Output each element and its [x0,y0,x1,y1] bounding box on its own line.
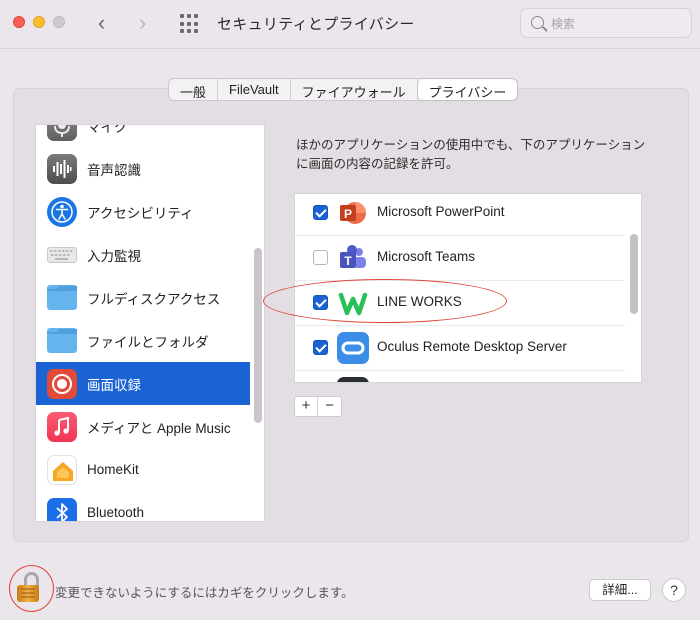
tab-bar: 一般 FileVault ファイアウォール プライバシー [168,78,519,101]
folder-icon [47,285,77,310]
sidebar-item-label: フルディスクアクセス [87,291,221,307]
tab-general[interactable]: 一般 [169,79,219,100]
sidebar-item-full-disk-access[interactable]: フルディスクアクセス [36,276,250,319]
sidebar-item-homekit[interactable]: HomeKit [36,448,250,491]
app-name: Microsoft PowerPoint [377,204,505,219]
forward-button[interactable]: › [139,10,159,36]
bluetooth-icon [47,497,77,521]
lineworks-checkbox[interactable] [313,295,328,310]
app-name: LINE WORKS [377,294,462,309]
app-name: Oculus Remote Desktop Server [377,339,567,354]
sidebar-item-label: 入力監視 [87,248,141,264]
music-icon [47,411,77,442]
tab-privacy[interactable]: プライバシー [417,79,518,100]
sidebar-item-label: HomeKit [87,462,139,477]
powerpoint-checkbox[interactable] [313,205,328,220]
lineworks-icon [337,287,369,319]
sidebar-item-files-and-folders[interactable]: ファイルとフォルダ [36,319,250,362]
list-item-oculus[interactable]: Oculus Remote Desktop Server [295,326,625,371]
app-permission-list[interactable]: P Microsoft PowerPoint T Microsoft Teams… [294,193,642,383]
svg-text:T: T [344,254,352,268]
app-icon [337,377,369,382]
close-window-button[interactable] [13,16,25,28]
search-icon [531,16,544,29]
tab-firewall[interactable]: ファイアウォール [291,79,418,100]
permission-description: ほかのアプリケーションの使用中でも、下のアプリケーションに画面の内容の記録を許可… [296,138,646,171]
sidebar-item-label: マイク [87,124,128,135]
sidebar-item-label: 画面収録 [87,377,141,393]
keyboard-icon [47,246,77,263]
sidebar-item-label: メディアと Apple Music [87,420,231,436]
zoom-window-button[interactable] [53,16,65,28]
sidebar-item-label: ファイルとフォルダ [87,334,209,350]
tab-filevault[interactable]: FileVault [218,79,291,100]
sidebar-item-label: アクセシビリティ [87,205,194,221]
oculus-checkbox[interactable] [313,340,328,355]
sidebar-item-input-monitoring[interactable]: 入力監視 [36,233,250,276]
title-divider [0,48,700,49]
sidebar-item-screen-recording[interactable]: 画面収録 [36,362,250,405]
list-item-lineworks[interactable]: LINE WORKS [295,281,625,326]
list-item-teams[interactable]: T Microsoft Teams [295,236,625,281]
minimize-window-button[interactable] [33,16,45,28]
svg-text:P: P [344,207,352,221]
sidebar-item-speech-recognition[interactable]: 音声認識 [36,147,250,190]
microphone-icon [47,125,77,141]
voice-recognition-icon [47,153,77,184]
folder-icon [47,328,77,353]
sidebar-item-bluetooth[interactable]: Bluetooth [36,491,250,521]
teams-checkbox[interactable] [313,250,328,265]
list-item-powerpoint[interactable]: P Microsoft PowerPoint [295,194,625,236]
lock-icon[interactable] [17,572,39,602]
sidebar-item-label: 音声認識 [87,162,141,178]
search-box[interactable] [520,8,692,38]
powerpoint-icon: P [337,197,369,229]
sidebar-item-microphone[interactable]: マイク [36,124,250,147]
window-title: セキュリティとプライバシー [217,16,415,33]
teams-icon: T [337,242,369,274]
screen-recording-icon [47,368,77,399]
back-button[interactable]: ‹ [98,10,118,36]
advanced-button[interactable]: 詳細... [589,579,651,601]
app-list-scrollbar[interactable] [630,234,638,314]
homekit-icon [47,454,77,485]
sidebar-scrollbar[interactable] [254,248,262,423]
remove-app-button[interactable]: − [318,397,341,416]
add-app-button[interactable]: + [295,397,318,416]
add-remove-control: + − [294,396,342,417]
help-button[interactable]: ? [662,578,686,602]
lock-status-text: 変更できないようにするにはカギをクリックします。 [55,586,354,600]
show-all-grid-icon[interactable] [180,14,200,34]
sidebar-item-label: Bluetooth [87,505,145,520]
oculus-icon [337,332,369,364]
search-input[interactable] [551,14,681,33]
title-bar: ‹ › セキュリティとプライバシー [0,0,700,48]
sidebar-item-media-apple-music[interactable]: メディアと Apple Music [36,405,250,448]
list-item-partial [295,371,625,382]
accessibility-icon [47,196,77,227]
sidebar-item-accessibility[interactable]: アクセシビリティ [36,190,250,233]
app-name: Microsoft Teams [377,249,476,264]
privacy-category-list[interactable]: マイク 音声認識 アクセシビリティ 入力監視 フルディスクアクセス ファイルとフ… [35,124,265,522]
